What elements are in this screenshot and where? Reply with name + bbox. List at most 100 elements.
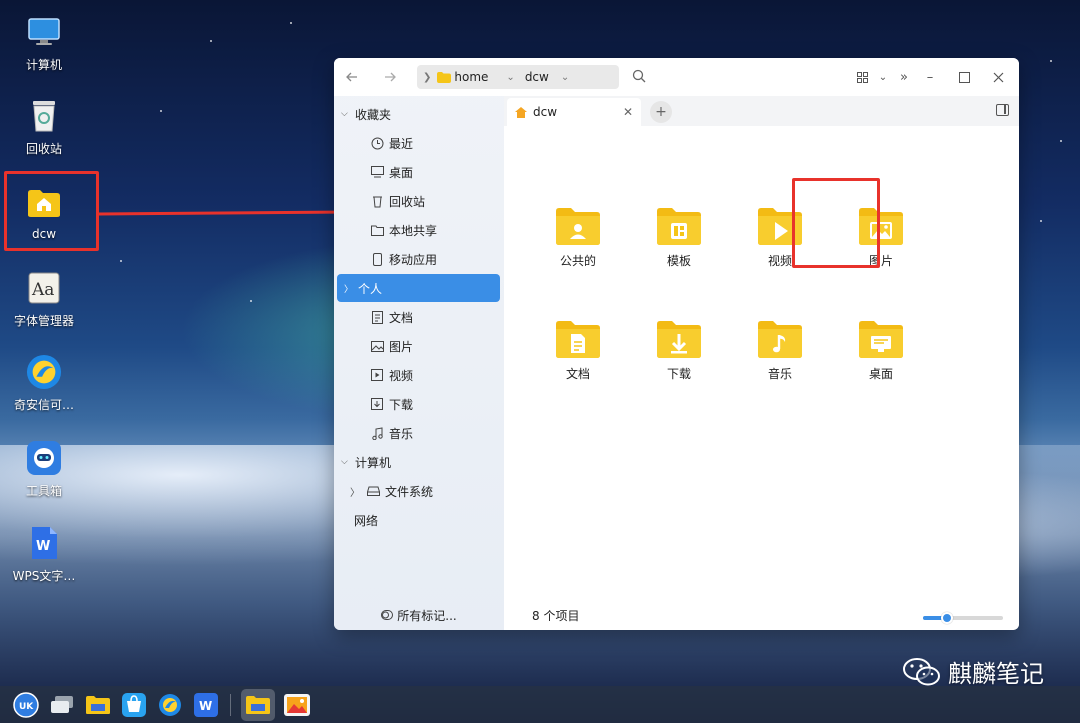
svg-text:Aa: Aa <box>31 280 54 300</box>
chevron-down-icon[interactable]: ⌄ <box>561 72 569 83</box>
folder-label: 下载 <box>666 367 691 381</box>
taskbar: UK W <box>0 686 1080 723</box>
svg-text:W: W <box>36 539 50 554</box>
all-tags-button[interactable]: 所有标记... <box>334 600 504 630</box>
sidebar-item-music[interactable]: 音乐 <box>334 419 500 447</box>
sidebar-item-label: 下载 <box>389 397 414 412</box>
multitask-view-icon <box>51 695 73 713</box>
tab-label: dcw <box>533 105 558 119</box>
document-icon <box>370 310 384 324</box>
sidebar-item-local-share[interactable]: 本地共享 <box>334 216 500 244</box>
taskbar-multitask-view[interactable] <box>48 691 76 719</box>
wps-writer-icon: W <box>26 525 62 561</box>
grid-view-icon <box>856 71 868 83</box>
sidebar-item-mobile-apps[interactable]: 移动应用 <box>334 245 500 273</box>
folder-label: 模板 <box>666 254 691 268</box>
desktop-icon-label: 工具箱 <box>25 484 62 498</box>
chevron-right-icon: ❯ <box>423 71 432 83</box>
sidebar-section-favorites[interactable]: ⌵ 收藏夹 <box>334 100 500 128</box>
maximize-icon <box>958 71 970 83</box>
close-tab-icon[interactable]: ✕ <box>623 105 633 119</box>
taskbar-app-store[interactable] <box>120 691 148 719</box>
sidebar: ⌵ 收藏夹 最近 桌面 回收站 本地共享 移动应用 〉 个人 文档 图片 视频 … <box>334 96 504 630</box>
folder-item-0[interactable]: 公共的 <box>538 206 618 269</box>
download-folder-icon <box>657 321 701 358</box>
item-count-status: 8 个项目 <box>532 609 580 623</box>
desktop-icon-toolbox[interactable]: 工具箱 <box>4 440 84 499</box>
folder-icon <box>246 695 270 714</box>
sidebar-item-videos[interactable]: 视频 <box>334 361 500 389</box>
view-options-dropdown[interactable]: ⌄ <box>875 65 891 89</box>
sidebar-item-label: 图片 <box>389 339 414 354</box>
sidebar-section-computer[interactable]: ⌵ 计算机 <box>334 448 500 476</box>
zoom-slider-handle[interactable] <box>941 612 953 624</box>
desktop-icon-label: 回收站 <box>25 142 62 156</box>
sidebar-section-network[interactable]: 网络 <box>334 506 500 534</box>
sidebar-item-filesystem[interactable]: 〉 文件系统 <box>334 477 500 505</box>
path-segment-home[interactable]: home <box>454 70 488 84</box>
sidebar-item-desktop[interactable]: 桌面 <box>334 158 500 186</box>
taskbar-file-manager-running[interactable] <box>241 688 275 721</box>
folder-item-5[interactable]: 下载 <box>639 319 719 382</box>
start-menu-button[interactable]: UK <box>12 691 40 719</box>
sidebar-item-recent[interactable]: 最近 <box>334 129 500 157</box>
drive-icon <box>366 484 380 498</box>
browser-icon <box>26 354 62 390</box>
tab-dcw[interactable]: dcw ✕ <box>507 98 641 126</box>
trash-icon <box>370 194 384 208</box>
sidebar-item-downloads[interactable]: 下载 <box>334 390 500 418</box>
tab-bar: dcw ✕ + <box>504 96 1019 126</box>
zoom-slider[interactable] <box>923 612 1003 624</box>
desktop-icon-computer[interactable]: 计算机 <box>4 14 84 73</box>
minimize-button[interactable]: – <box>917 65 943 89</box>
taskbar-file-manager[interactable] <box>84 691 112 719</box>
arrow-left-icon <box>346 72 357 82</box>
taskbar-browser[interactable] <box>156 691 184 719</box>
path-bar[interactable]: ❯ home ⌄ dcw ⌄ <box>417 65 619 89</box>
chevron-down-icon[interactable]: ⌄ <box>506 72 514 83</box>
desktop-icon-font-manager[interactable]: Aa 字体管理器 <box>4 270 84 329</box>
search-icon <box>632 69 646 83</box>
folder-outline-icon <box>370 223 384 237</box>
back-button[interactable] <box>340 65 364 89</box>
wechat-icon <box>903 657 940 685</box>
start-menu-icon: UK <box>13 691 39 718</box>
folder-item-7[interactable]: 桌面 <box>841 319 921 382</box>
folder-item-6[interactable]: 音乐 <box>740 319 820 382</box>
search-button[interactable] <box>632 69 646 86</box>
chevron-right-icon: 〉 <box>350 487 360 499</box>
more-options-button[interactable]: » <box>891 65 917 89</box>
forward-button[interactable] <box>378 65 402 89</box>
trash-icon <box>26 98 62 134</box>
folder-icon <box>437 71 452 83</box>
file-view: dcw ✕ + 公共的 模板 视频 图片 文档 下载 音乐 桌面 8 个项目 <box>504 96 1019 630</box>
sidebar-section-label: 个人 <box>358 281 383 296</box>
double-chevron-icon: » <box>900 69 908 85</box>
path-segment-dcw[interactable]: dcw <box>525 70 549 84</box>
wps-writer-icon: W <box>194 692 218 717</box>
video-icon <box>370 368 384 382</box>
sidebar-section-personal[interactable]: 〉 个人 <box>337 274 500 302</box>
taskbar-wps[interactable]: W <box>192 691 220 719</box>
taskbar-image-viewer[interactable] <box>283 691 311 719</box>
desktop-icon-label: 计算机 <box>25 58 62 72</box>
sidebar-section-label: 收藏夹 <box>355 107 392 122</box>
view-mode-button[interactable] <box>849 65 875 89</box>
desktop-icon-trash[interactable]: 回收站 <box>4 98 84 157</box>
folder-item-1[interactable]: 模板 <box>639 206 719 269</box>
toggle-details-panel-button[interactable] <box>996 104 1009 116</box>
sidebar-item-trash[interactable]: 回收站 <box>334 187 500 215</box>
sidebar-item-label: 视频 <box>389 368 414 383</box>
folder-item-4[interactable]: 文档 <box>538 319 618 382</box>
close-button[interactable] <box>985 65 1011 89</box>
download-icon <box>370 397 384 411</box>
home-icon <box>515 106 527 118</box>
music-folder-icon <box>758 321 802 358</box>
add-tab-button[interactable]: + <box>650 101 672 123</box>
clock-icon <box>370 136 384 150</box>
sidebar-item-pictures[interactable]: 图片 <box>334 332 500 360</box>
maximize-button[interactable] <box>951 65 977 89</box>
sidebar-item-documents[interactable]: 文档 <box>334 303 500 331</box>
desktop-icon-wps[interactable]: W WPS文字… <box>4 525 84 584</box>
desktop-icon-browser[interactable]: 奇安信可… <box>4 354 84 413</box>
